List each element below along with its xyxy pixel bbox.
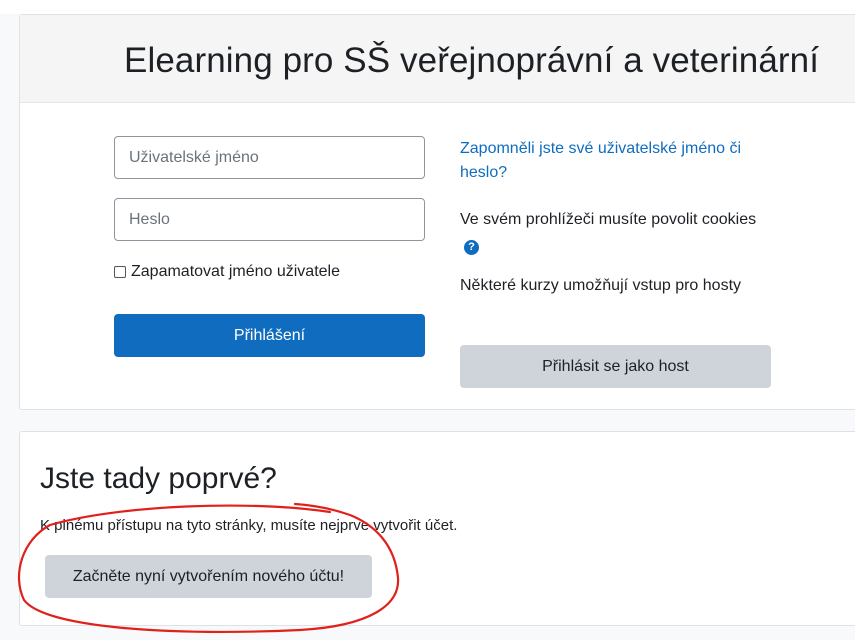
login-card: Elearning pro SŠ veřejnoprávní a veterin… <box>19 14 855 410</box>
login-button[interactable]: Přihlášení <box>114 314 425 357</box>
cookies-note: Ve svém prohlížeči musíte povolit cookie… <box>460 208 760 256</box>
username-input[interactable] <box>114 136 425 179</box>
cookies-note-text: Ve svém prohlížeči musíte povolit cookie… <box>460 211 757 228</box>
remember-checkbox[interactable] <box>114 266 126 278</box>
remember-label: Zapamatovat jméno uživatele <box>131 263 340 280</box>
login-card-header: Elearning pro SŠ veřejnoprávní a veterin… <box>20 15 855 103</box>
guest-note: Některé kurzy umožňují vstup pro hosty <box>460 277 742 294</box>
guest-login-button[interactable]: Přihlásit se jako host <box>460 345 771 388</box>
signup-card: Jste tady poprvé? K plnému přístupu na t… <box>19 431 855 626</box>
top-strip <box>0 0 855 14</box>
site-title: Elearning pro SŠ veřejnoprávní a veterin… <box>124 41 820 80</box>
question-circle-icon[interactable]: ? <box>464 239 479 255</box>
password-input[interactable] <box>114 198 425 241</box>
remember-username[interactable]: Zapamatovat jméno uživatele <box>114 263 340 281</box>
forgot-password-link[interactable]: Zapomněli jste své uživatelské jméno či … <box>460 137 790 185</box>
signup-title: Jste tady poprvé? <box>40 462 277 495</box>
signup-text: K plnému přístupu na tyto stránky, musít… <box>40 517 458 534</box>
create-account-button[interactable]: Začněte nyní vytvořením nového účtu! <box>45 555 372 598</box>
